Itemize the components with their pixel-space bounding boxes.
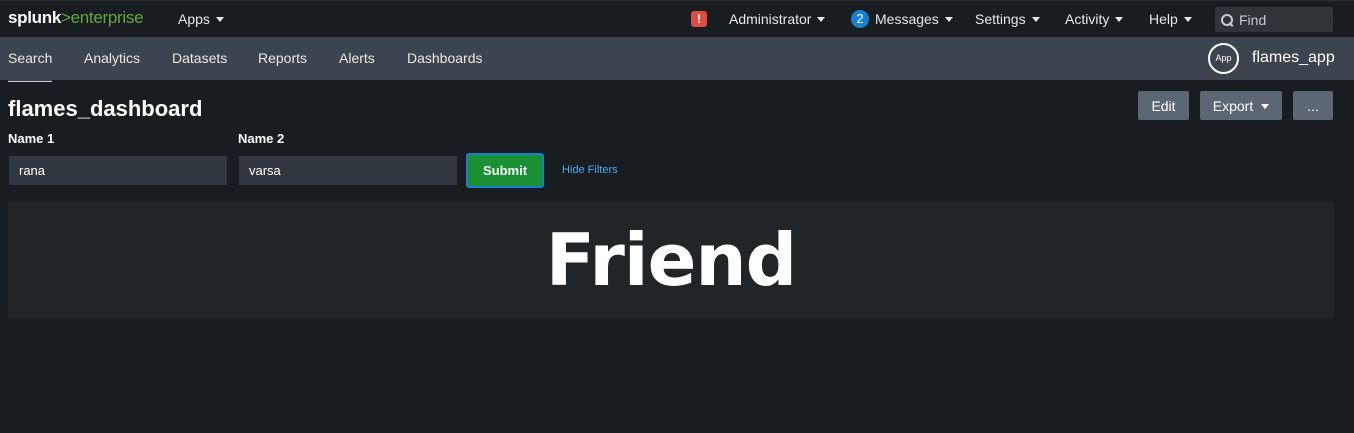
messages-menu-label: Messages (875, 11, 939, 27)
administrator-menu-label: Administrator (729, 11, 812, 27)
app-name[interactable]: flames_app (1252, 49, 1335, 67)
messages-count-badge: 2 (851, 10, 869, 28)
apps-menu-label: Apps (178, 11, 210, 27)
activity-menu-label: Activity (1065, 11, 1110, 27)
chevron-down-icon (215, 17, 224, 22)
dashboard-title: flames_dashboard (8, 96, 203, 121)
more-actions-label: ... (1307, 97, 1319, 114)
logo-product: >enterprise (61, 8, 144, 27)
app-nav-dashboards[interactable]: Dashboards (407, 50, 483, 66)
name2-input[interactable] (239, 156, 457, 185)
top-bar: splunk>enterprise Apps ! Administrator 2… (0, 0, 1354, 37)
result-panel: Friend (8, 202, 1334, 318)
app-icon[interactable]: App (1208, 43, 1239, 74)
chevron-down-icon (944, 17, 953, 22)
edit-button-label: Edit (1151, 97, 1176, 114)
name2-label: Name 2 (238, 131, 285, 146)
settings-menu[interactable]: Settings (975, 11, 1040, 27)
messages-menu[interactable]: 2 Messages (851, 10, 953, 28)
apps-menu[interactable]: Apps (178, 11, 224, 27)
result-single-value: Friend (545, 218, 797, 302)
activity-menu[interactable]: Activity (1065, 11, 1124, 27)
submit-button[interactable]: Submit (466, 153, 544, 188)
settings-menu-label: Settings (975, 11, 1026, 27)
edit-button[interactable]: Edit (1138, 91, 1189, 120)
export-button[interactable]: Export (1200, 91, 1282, 120)
find-placeholder: Find (1239, 11, 1267, 28)
splunk-logo[interactable]: splunk>enterprise (8, 8, 144, 28)
app-nav-datasets[interactable]: Datasets (172, 50, 227, 66)
app-nav-reports[interactable]: Reports (258, 50, 307, 66)
app-bar: Search Analytics Datasets Reports Alerts… (0, 37, 1354, 82)
chevron-down-icon (1031, 17, 1040, 22)
app-nav-analytics[interactable]: Analytics (84, 50, 140, 66)
name1-label: Name 1 (8, 131, 55, 146)
help-menu[interactable]: Help (1149, 11, 1192, 27)
more-actions-button[interactable]: ... (1293, 91, 1333, 120)
chevron-down-icon (1183, 17, 1192, 22)
name1-input[interactable] (9, 156, 227, 185)
export-button-label: Export (1212, 97, 1254, 114)
search-icon (1221, 13, 1233, 26)
chevron-down-icon (1261, 103, 1270, 109)
app-nav-search[interactable]: Search (8, 50, 53, 82)
chevron-down-icon (817, 17, 826, 22)
find-search-input[interactable]: Find (1215, 7, 1333, 32)
alert-icon[interactable]: ! (691, 11, 707, 27)
logo-brand: splunk (8, 8, 61, 27)
chevron-down-icon (1115, 17, 1124, 22)
app-nav-alerts[interactable]: Alerts (339, 50, 375, 66)
hide-filters-link[interactable]: Hide Filters (562, 164, 618, 176)
administrator-menu[interactable]: Administrator (729, 11, 826, 27)
help-menu-label: Help (1149, 11, 1178, 27)
